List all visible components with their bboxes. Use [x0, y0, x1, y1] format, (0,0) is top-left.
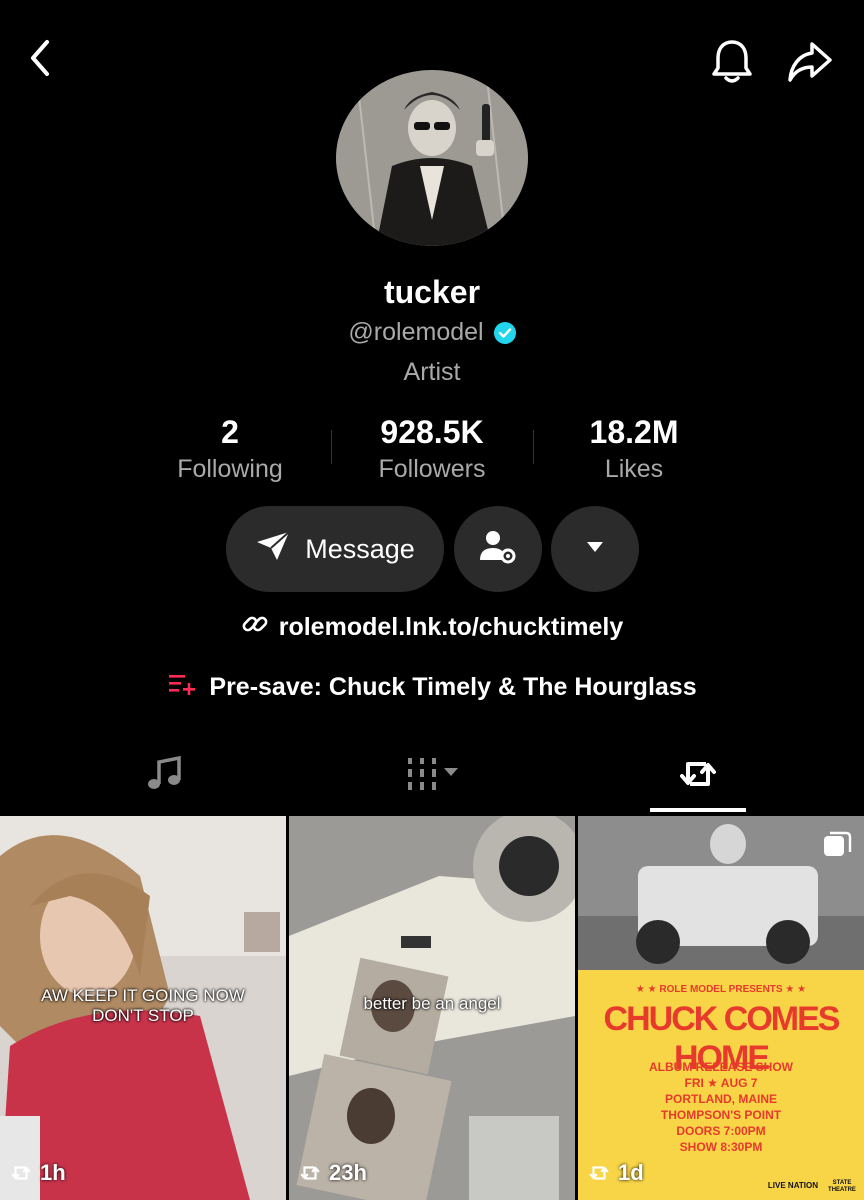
repost-age: 1h: [8, 1160, 66, 1186]
grid-view-icon: [400, 754, 464, 799]
notification-bell-icon[interactable]: [706, 36, 758, 88]
handle-row: @rolemodel: [0, 318, 864, 347]
send-icon: [255, 530, 291, 569]
video-grid: AW KEEP IT GOING NOW DON'T STOP 1h bette…: [0, 816, 864, 1200]
poster-sponsor: STATE THEATRE: [828, 1180, 856, 1193]
profile-stats: 2 Following 928.5K Followers 18.2M Likes: [130, 414, 734, 486]
video-age: 1h: [40, 1160, 66, 1185]
repost-icon: [11, 1166, 31, 1180]
bio-link[interactable]: rolemodel.lnk.to/chucktimely: [0, 610, 864, 645]
poster-line: DOORS 7:00PM: [676, 1124, 766, 1138]
stat-followers[interactable]: 928.5K Followers: [332, 414, 532, 484]
display-name: tucker: [383, 274, 481, 310]
poster-line: ALBUM RELEASE SHOW: [649, 1060, 793, 1074]
music-note-icon: [145, 754, 185, 799]
photo-carousel-icon: [822, 830, 852, 865]
poster-line: THOMPSON'S POINT: [660, 1108, 782, 1122]
repost-icon: [676, 754, 720, 799]
repost-age: 1d: [586, 1160, 644, 1186]
message-button[interactable]: Message: [226, 506, 444, 592]
active-tab-indicator: [650, 808, 746, 812]
username-handle: @rolemodel: [348, 318, 484, 346]
likes-count: 18.2M: [589, 414, 679, 450]
poster-presenter: ★ ★ ROLE MODEL PRESENTS ★ ★: [635, 984, 807, 995]
repost-age: 23h: [297, 1160, 367, 1186]
bio-link-text: rolemodel.lnk.to/chucktimely: [278, 613, 624, 641]
video-tile[interactable]: AW KEEP IT GOING NOW DON'T STOP 1h: [0, 816, 286, 1200]
tab-videos[interactable]: [382, 742, 482, 810]
content-tabs: [0, 742, 864, 814]
message-label: Message: [305, 533, 415, 564]
repost-icon: [589, 1166, 609, 1180]
following-label: Following: [177, 455, 283, 483]
profile-actions: Message: [0, 506, 864, 592]
stat-likes[interactable]: 18.2M Likes: [534, 414, 734, 484]
video-caption: better be an angel: [363, 994, 501, 1013]
account-category: Artist: [403, 358, 461, 386]
tab-music[interactable]: [115, 742, 215, 810]
video-age: 23h: [329, 1160, 367, 1185]
verified-badge-icon: [493, 321, 516, 344]
likes-label: Likes: [604, 455, 664, 483]
poster-line: FRI ★ AUG 7: [684, 1076, 758, 1090]
link-icon: [241, 610, 269, 645]
stat-following[interactable]: 2 Following: [130, 414, 330, 484]
avatar[interactable]: [336, 70, 528, 246]
video-age: 1d: [618, 1160, 644, 1185]
back-icon[interactable]: [18, 36, 62, 80]
more-options-button[interactable]: [551, 506, 639, 592]
tab-reposts[interactable]: [650, 742, 746, 810]
presave-playlist[interactable]: Pre-save: Chuck Timely & The Hourglass: [0, 672, 864, 703]
following-count: 2: [221, 414, 239, 450]
repost-icon: [300, 1166, 320, 1180]
video-tile[interactable]: ★ ★ ROLE MODEL PRESENTS ★ ★ CHUCK COMES …: [578, 816, 864, 1200]
presave-text: Pre-save: Chuck Timely & The Hourglass: [209, 673, 697, 701]
follow-settings-button[interactable]: [454, 506, 542, 592]
share-icon[interactable]: [784, 36, 836, 88]
user-settings-icon: [478, 528, 518, 571]
followers-count: 928.5K: [380, 414, 484, 450]
poster-line: SHOW 8:30PM: [679, 1140, 763, 1154]
poster-sponsor: LIVE NATION: [767, 1181, 818, 1190]
caret-down-icon: [586, 540, 604, 558]
video-caption: AW KEEP IT GOING NOW DON'T STOP: [41, 986, 245, 1025]
video-tile[interactable]: better be an angel 23h: [289, 816, 575, 1200]
followers-label: Followers: [378, 455, 486, 483]
playlist-add-icon: [167, 672, 197, 703]
poster-line: PORTLAND, MAINE: [665, 1092, 777, 1106]
